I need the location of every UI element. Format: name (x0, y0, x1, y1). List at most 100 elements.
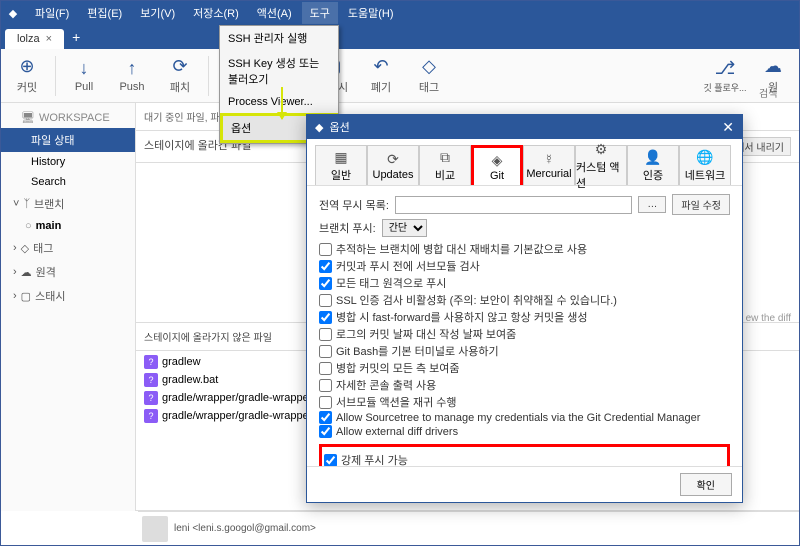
sidebar-tag-group[interactable]: ›◇태그 (1, 236, 135, 260)
file-status-icon: ? (144, 373, 158, 387)
menu-repo[interactable]: 저장소(R) (185, 2, 247, 24)
mercurial-icon: ☿ (544, 151, 555, 167)
tag-icon: ◇ (422, 56, 436, 77)
option-checkbox[interactable] (319, 311, 332, 324)
branch-push-select[interactable]: 간단 (382, 219, 427, 237)
option-checkbox[interactable] (319, 425, 332, 438)
dialog-titlebar: ◆ 옵션 ✕ (307, 115, 742, 139)
gitflow-button[interactable]: ⎇깃 플로우... (703, 53, 747, 99)
pull-icon: ↓ (80, 58, 89, 79)
option-label: 병합 시 fast-forward를 사용하지 않고 항상 커밋을 생성 (336, 309, 588, 325)
commit-area: leni <leni.s.googol@gmail.com> (138, 511, 799, 545)
user-icon: 👤 (644, 149, 661, 166)
option-checkbox[interactable] (319, 328, 332, 341)
tab-mercurial[interactable]: ☿Mercurial (523, 145, 575, 185)
sidebar-file-status[interactable]: 파일 상태 (1, 128, 135, 152)
option-checkbox[interactable] (319, 362, 332, 375)
option-checkbox[interactable] (319, 243, 332, 256)
option-checkbox[interactable] (319, 345, 332, 358)
option-checkbox-row: 병합 커밋의 모든 측 보여줌 (319, 360, 730, 376)
fetch-button[interactable]: ⟳패치 (158, 53, 202, 99)
dropdown-process-viewer[interactable]: Process Viewer... (220, 92, 338, 113)
menu-view[interactable]: 보기(V) (132, 2, 183, 24)
tag-button[interactable]: ◇ 태그 (407, 53, 451, 99)
option-checkbox[interactable] (319, 294, 332, 307)
option-checkbox[interactable] (319, 277, 332, 290)
sidebar-branch-main[interactable]: ○ main (1, 216, 135, 236)
chevron-right-icon: › (13, 242, 17, 254)
sidebar-stash-group[interactable]: ›▢스태시 (1, 284, 135, 308)
close-tab-icon[interactable]: × (46, 33, 52, 45)
ok-button[interactable]: 확인 (680, 473, 732, 496)
dropdown-ssh-manager[interactable]: SSH 관리자 실행 (220, 26, 338, 51)
file-status-icon: ? (144, 355, 158, 369)
tab-compare[interactable]: ⧉비교 (419, 145, 471, 185)
option-checkbox-row: 커밋과 푸시 전에 서브모듈 검사 (319, 258, 730, 274)
force-push-row: 강제 푸시 가능 (324, 452, 725, 466)
file-status-icon: ? (144, 409, 158, 423)
pull-button[interactable]: ↓ Pull (62, 53, 106, 99)
pull-label: Pull (75, 81, 93, 93)
menu-tools[interactable]: 도구 (302, 2, 338, 24)
option-checkbox-row: Allow Sourcetree to manage my credential… (319, 411, 730, 424)
sidebar-history[interactable]: History (1, 152, 135, 172)
tab-general[interactable]: ▦일반 (315, 145, 367, 185)
option-checkbox-row: 추적하는 브랜치에 병합 대신 재배치를 기본값으로 사용 (319, 241, 730, 257)
push-button[interactable]: ↑Push (110, 53, 154, 99)
commit-icon: ⊕ (19, 56, 34, 77)
option-checkbox-row: 로그의 커밋 날짜 대신 작성 날짜 보여줌 (319, 326, 730, 342)
option-label: 커밋과 푸시 전에 서브모듈 검사 (336, 258, 480, 274)
menu-edit[interactable]: 편집(E) (79, 2, 130, 24)
chevron-down-icon: ˅ (13, 198, 19, 210)
option-label: 병합 커밋의 모든 측 보여줌 (336, 360, 460, 376)
menu-action[interactable]: 액션(A) (249, 2, 300, 24)
dialog-title: 옵션 (329, 119, 349, 135)
tag-icon: ◇ (21, 242, 29, 255)
option-checkbox[interactable] (319, 396, 332, 409)
ignore-list-input[interactable] (395, 196, 633, 214)
commit-button[interactable]: ⊕커밋 (5, 53, 49, 99)
file-path: gradle/wrapper/gradle-wrapper.jar (162, 392, 327, 404)
force-push-checkbox[interactable] (324, 454, 337, 467)
tab-auth[interactable]: 👤인증 (627, 145, 679, 185)
menu-help[interactable]: 도움말(H) (340, 2, 402, 24)
diff-hint-text: ew the diff (746, 313, 791, 324)
doc-icon: ▦ (334, 149, 347, 166)
chevron-right-icon: › (13, 290, 17, 302)
tab-custom[interactable]: ⚙커스텀 액션 (575, 145, 627, 185)
sidebar-remote-group[interactable]: ›☁원격 (1, 260, 135, 284)
tab-git[interactable]: ◈Git (471, 145, 523, 185)
compare-icon: ⧉ (440, 149, 450, 166)
file-edit-button[interactable]: 파일 수정 (672, 194, 730, 215)
option-label: 자세한 콘솔 출력 사용 (336, 377, 436, 393)
sidebar-branch-group[interactable]: ˅ᛉ브랜치 (1, 192, 135, 216)
new-tab-button[interactable]: + (64, 25, 88, 49)
option-label: 서브모듈 액션을 재귀 수행 (336, 394, 457, 410)
option-checkbox-row: 서브모듈 액션을 재귀 수행 (319, 394, 730, 410)
tab-network[interactable]: 🌐네트워크 (679, 145, 731, 185)
discard-button[interactable]: ↶폐기 (359, 53, 403, 99)
fetch-label: 패치 (170, 79, 190, 95)
cloud-icon: ☁ (21, 266, 32, 279)
repo-tab-label: lolza (17, 33, 40, 45)
menu-file[interactable]: 파일(F) (27, 2, 77, 24)
main-toolbar: ⊕커밋 ↓Pull ↑Push ⟳패치 ᛉ브랜치 ᛉ병합 ▢스태시 ↶폐기 ◇태… (1, 49, 799, 103)
option-checkbox[interactable] (319, 379, 332, 392)
tab-updates[interactable]: ⟳Updates (367, 145, 419, 185)
browse-button[interactable]: … (638, 196, 666, 213)
dialog-tabs: ▦일반 ⟳Updates ⧉비교 ◈Git ☿Mercurial ⚙커스텀 액션… (307, 139, 742, 186)
remote-icon: ☁ (764, 56, 782, 77)
option-checkbox[interactable] (319, 260, 332, 273)
repo-tab[interactable]: lolza × (5, 29, 64, 49)
dialog-close-icon[interactable]: ✕ (722, 119, 734, 136)
gear-icon: ◆ (315, 121, 323, 134)
file-path: gradlew.bat (162, 374, 218, 386)
gitflow-icon: ⎇ (715, 58, 736, 79)
toolbar-separator (55, 56, 56, 96)
sidebar-search[interactable]: Search (1, 172, 135, 192)
dropdown-ssh-key[interactable]: SSH Key 생성 또는 불러오기 (220, 51, 338, 92)
branch-icon: ᛉ (23, 198, 30, 210)
option-label: 추적하는 브랜치에 병합 대신 재배치를 기본값으로 사용 (336, 241, 587, 257)
option-checkbox[interactable] (319, 411, 332, 424)
tag-label: 태그 (419, 79, 439, 95)
